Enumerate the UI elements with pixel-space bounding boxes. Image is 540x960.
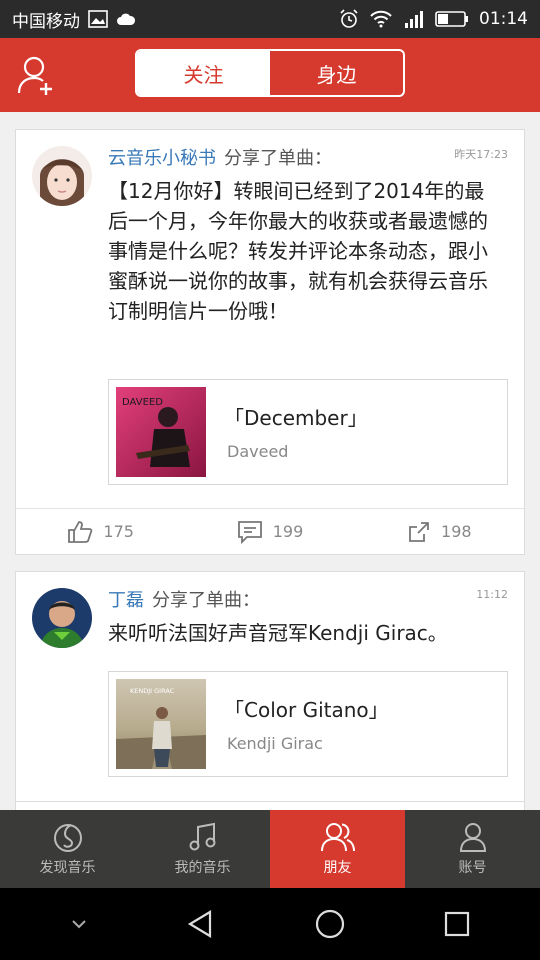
post-action-text: 分享了单曲：	[224, 148, 332, 169]
comment-icon	[237, 520, 262, 544]
add-user-icon	[17, 56, 52, 95]
chevron-down-icon[interactable]	[69, 918, 89, 930]
tab-label: 发现音乐	[39, 860, 96, 876]
comment-count: 199	[272, 522, 304, 541]
post-username[interactable]: 丁磊	[108, 590, 144, 611]
post-username[interactable]: 云音乐小秘书	[108, 148, 216, 169]
friends-feed[interactable]: 云音乐小秘书 分享了单曲： 昨天17:23 【12月你好】转眼间已经到了2014年…	[0, 112, 540, 810]
album-cover: DAVEED	[116, 387, 206, 477]
tab-label: 朋友	[323, 860, 352, 876]
cover-text: DAVEED	[122, 397, 163, 408]
tab-account[interactable]: 账号	[405, 810, 540, 888]
shared-song-card[interactable]: DAVEED 「December」 Daveed	[108, 379, 508, 485]
like-count: 175	[103, 522, 134, 541]
song-artist: Daveed	[227, 442, 289, 461]
add-friend-button[interactable]	[16, 54, 56, 96]
recents-icon[interactable]	[443, 910, 471, 938]
song-title: 「December」	[224, 406, 368, 430]
signal-icon	[405, 11, 423, 28]
cloud-icon	[117, 13, 136, 25]
post-header: 云音乐小秘书 分享了单曲：	[108, 144, 332, 170]
account-icon	[459, 823, 486, 852]
feed-post: 云音乐小秘书 分享了单曲： 昨天17:23 【12月你好】转眼间已经到了2014年…	[15, 129, 525, 555]
carrier-label: 中国移动	[12, 11, 80, 32]
back-icon[interactable]	[186, 909, 216, 939]
tab-my-music[interactable]: 我的音乐	[135, 810, 270, 888]
post-text: 来听听法国好声音冠军Kendji Girac。	[108, 621, 448, 645]
cover-text: KENDJI GIRAC	[130, 687, 175, 695]
tab-following[interactable]: 关注	[137, 51, 270, 95]
post-action-text: 分享了单曲：	[152, 590, 260, 611]
feed-segment-control: 关注 身边	[135, 49, 405, 97]
song-title: 「Color Gitano」	[224, 698, 389, 722]
system-nav-bar	[0, 888, 540, 960]
song-artist: Kendji Girac	[227, 734, 323, 753]
share-icon	[409, 521, 429, 542]
feed-post: 丁磊 分享了单曲： 11:12 来听听法国好声音冠军Kendji Girac。 K…	[15, 571, 525, 810]
post-header: 丁磊 分享了单曲：	[108, 586, 260, 612]
tab-label: 我的音乐	[174, 860, 231, 876]
discover-icon	[53, 824, 82, 852]
share-count: 198	[441, 522, 472, 541]
album-cover: KENDJI GIRAC	[116, 679, 206, 769]
comment-button[interactable]: 199	[185, 520, 354, 544]
clock-time: 01:14	[479, 9, 528, 29]
tab-friends[interactable]: 朋友	[270, 810, 405, 888]
alarm-icon	[340, 9, 358, 28]
post-time: 昨天17:23	[454, 148, 508, 161]
post-text: 【12月你好】转眼间已经到了2014年的最后一个月，今年你最大的收获或者最遗憾的…	[108, 179, 488, 323]
post-actions: 175 199 198	[16, 508, 524, 554]
tab-nearby[interactable]: 身边	[270, 51, 403, 95]
bottom-tab-bar: 发现音乐 我的音乐 朋友 账号	[0, 810, 540, 888]
status-bar: 中国移动 01:14	[0, 0, 540, 38]
tab-label: 账号	[458, 860, 487, 876]
thumbs-up-icon	[68, 520, 93, 543]
battery-icon	[435, 11, 468, 27]
avatar[interactable]	[32, 588, 92, 648]
shared-song-card[interactable]: KENDJI GIRAC 「Color Gitano」 Kendji Girac	[108, 671, 508, 777]
feed-post	[15, 801, 525, 810]
post-time: 11:12	[476, 588, 508, 601]
avatar[interactable]	[32, 146, 92, 206]
image-icon	[88, 10, 108, 28]
home-icon[interactable]	[314, 908, 346, 940]
header-bar: 关注 身边	[0, 38, 540, 112]
tab-discover-music[interactable]: 发现音乐	[0, 810, 135, 888]
friends-icon	[320, 823, 355, 852]
like-button[interactable]: 175	[16, 520, 185, 544]
share-button[interactable]: 198	[355, 520, 524, 544]
music-note-icon	[189, 822, 215, 851]
wifi-icon	[370, 10, 392, 28]
